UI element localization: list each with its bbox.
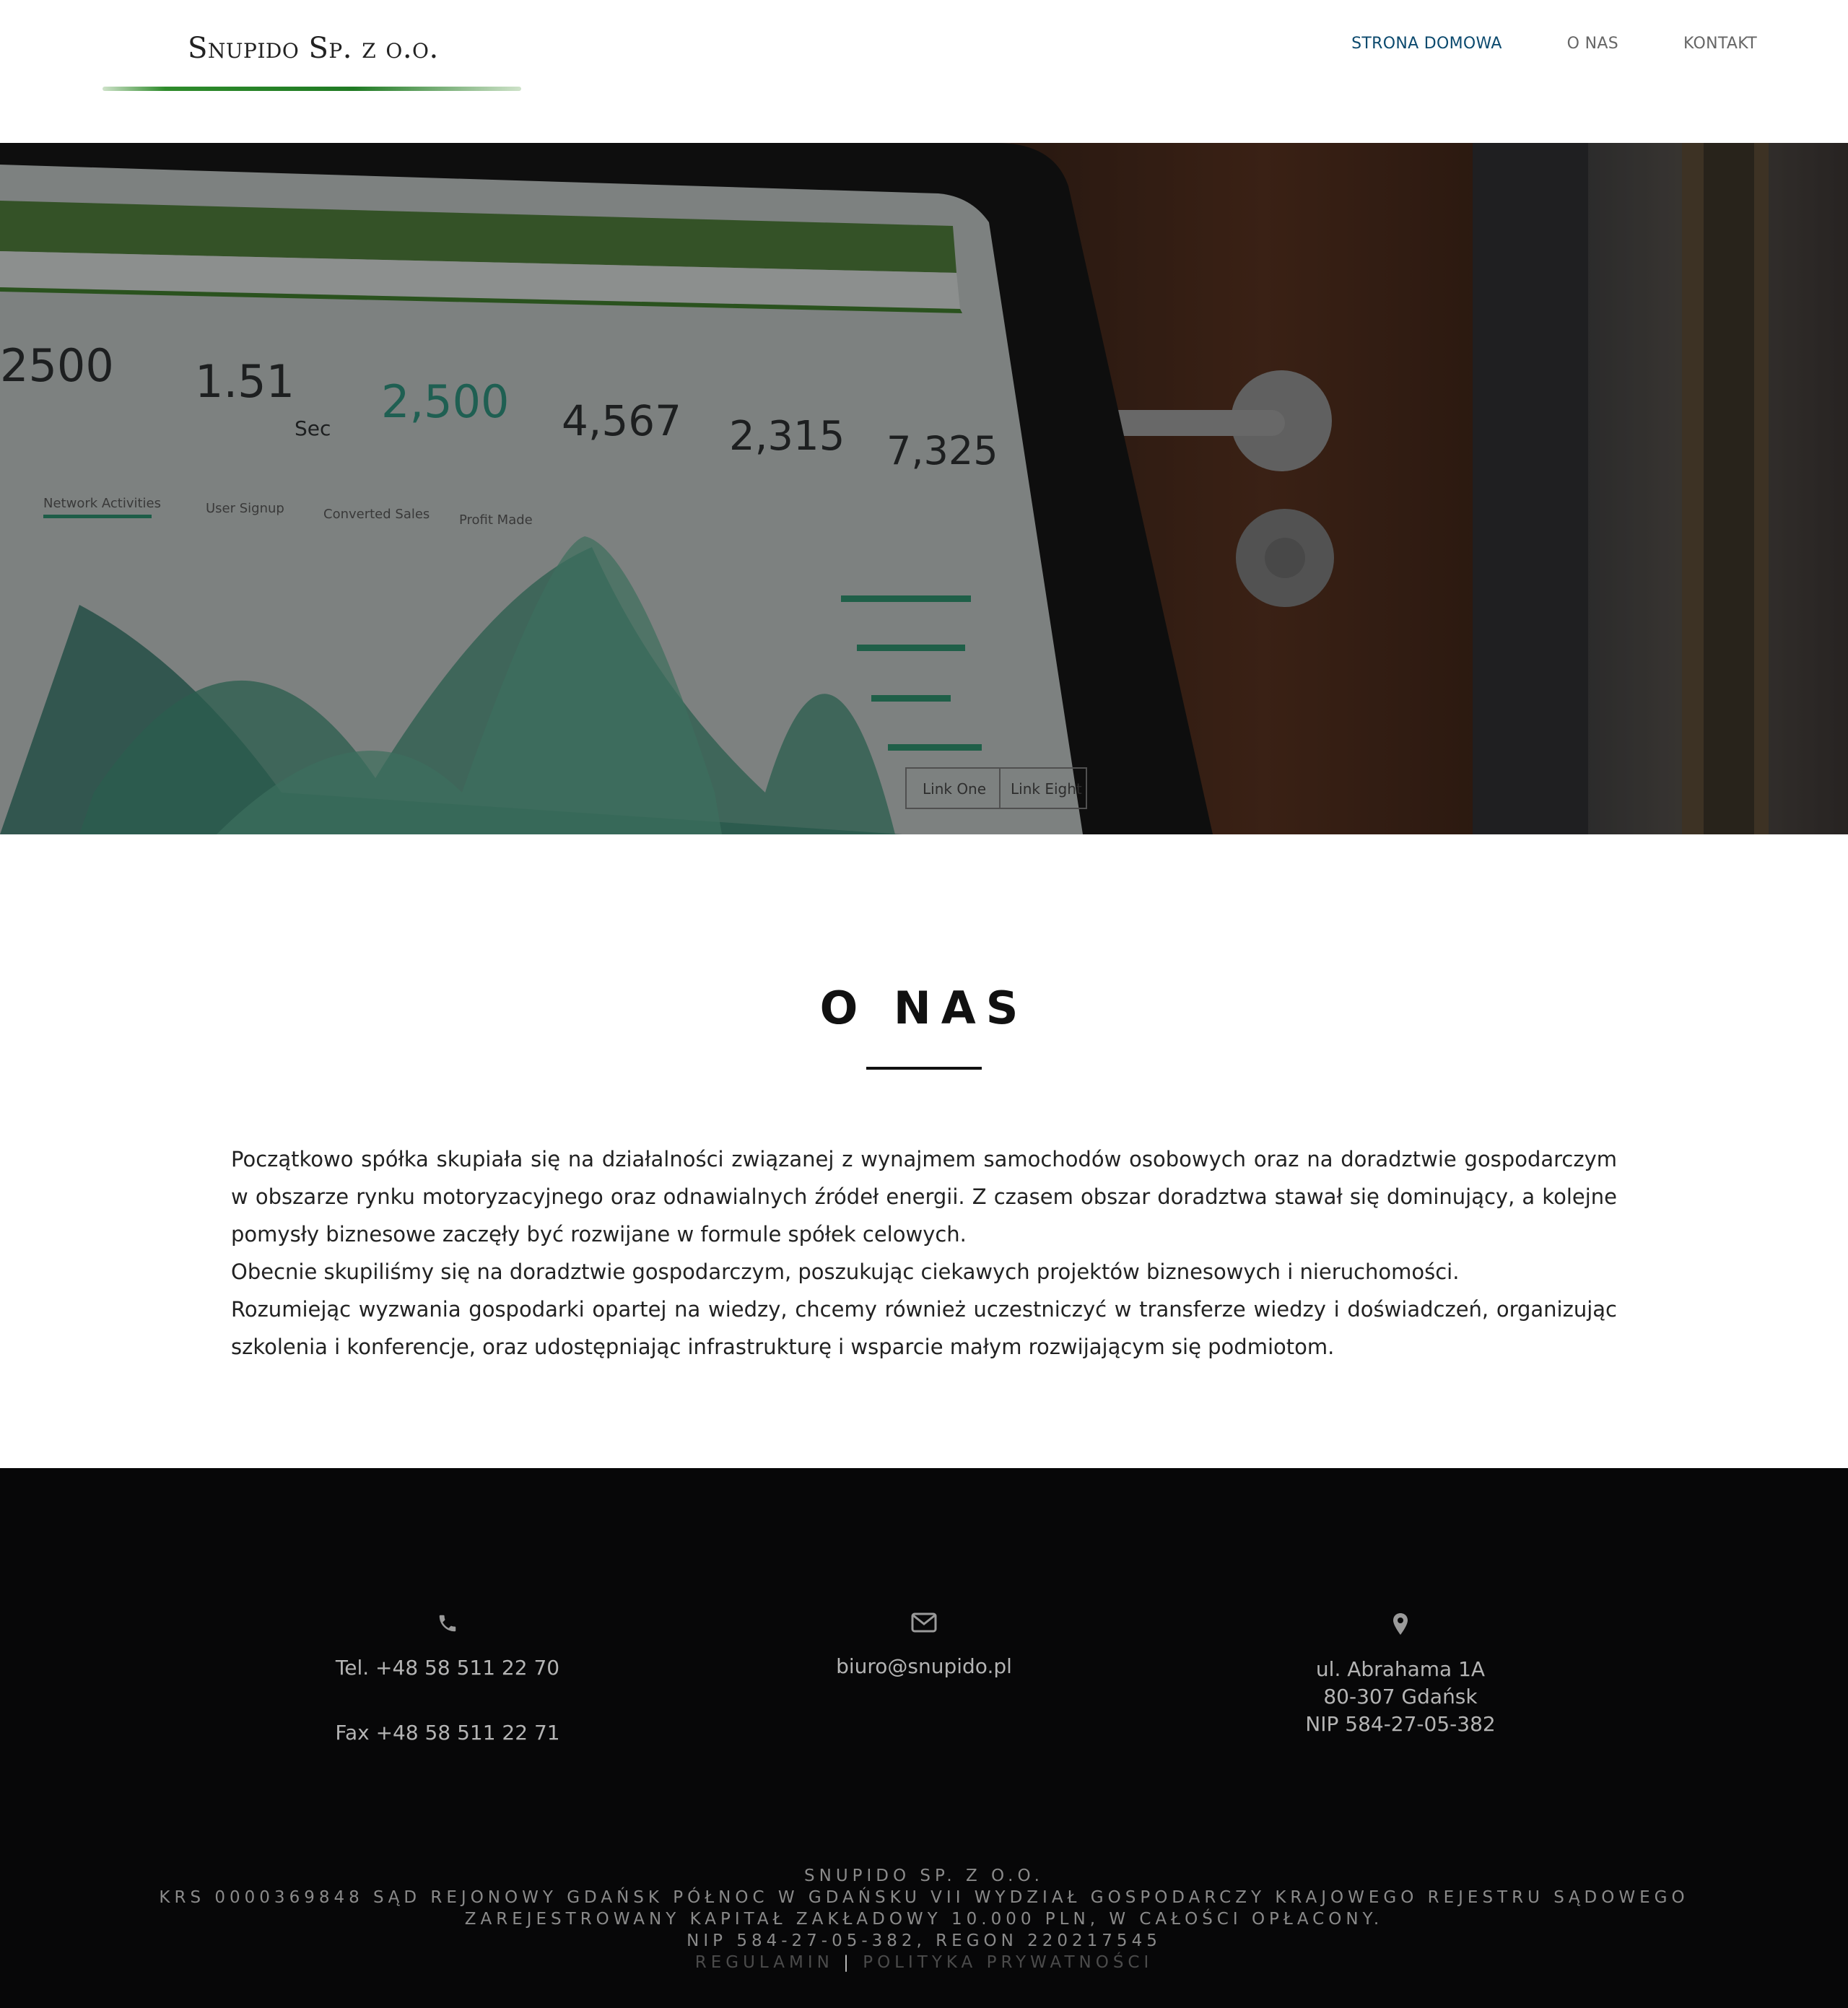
nav-item-home[interactable]: STRONA DOMOWA	[1351, 35, 1502, 53]
section-title-about: O NAS	[819, 982, 1029, 1034]
map-pin-icon	[1393, 1613, 1408, 1635]
site-header: Snupido Sp. z o.o. STRONA DOMOWA O NAS K…	[0, 0, 1848, 143]
main-nav: STRONA DOMOWA O NAS KONTAKT	[1351, 35, 1757, 53]
privacy-policy-link[interactable]: POLITYKA PRYWATNOŚCI	[863, 1953, 1153, 1972]
about-paragraph: Początkowo spółka skupiała się na działa…	[231, 1147, 1617, 1247]
about-content: Początkowo spółka skupiała się na działa…	[231, 1140, 1617, 1366]
legal-capital: ZAREJESTROWANY KAPITAŁ ZAKŁADOWY 10.000 …	[464, 1910, 1384, 1929]
footer-contact-phone: Tel. +48 58 511 22 70 Fax +48 58 511 22 …	[260, 1612, 635, 1747]
legal-company-name: SNUPIDO SP. Z O.O.	[804, 1867, 1044, 1885]
about-paragraph: Obecnie skupiliśmy się na doradztwie gos…	[231, 1260, 1460, 1284]
link-separator: |	[843, 1953, 853, 1972]
address-street: ul. Abrahama 1A	[1315, 1657, 1486, 1681]
phone-number[interactable]: Tel. +48 58 511 22 70	[260, 1654, 635, 1682]
legal-krs: KRS 0000369848 SĄD REJONOWY GDAŃSK PÓŁNO…	[159, 1888, 1689, 1907]
footer-contact-email: biuro@snupido.pl	[736, 1612, 1112, 1680]
address-nip: NIP 584-27-05-382	[1305, 1712, 1496, 1736]
footer-legal: SNUPIDO SP. Z O.O. KRS 0000369848 SĄD RE…	[0, 1865, 1848, 1973]
legal-ids: NIP 584-27-05-382, REGON 220217545	[687, 1931, 1161, 1950]
about-paragraph: Rozumiejąc wyzwania gospodarki opartej n…	[231, 1297, 1617, 1359]
hero-illustration: 2500 1.51 Sec 2,500 4,567 2,315 7,325 Ne…	[0, 143, 1848, 834]
nav-item-about[interactable]: O NAS	[1567, 35, 1618, 53]
company-logo[interactable]: Snupido Sp. z o.o.	[103, 32, 521, 95]
logo-text: Snupido Sp. z o.o.	[188, 32, 439, 65]
hero-image: 2500 1.51 Sec 2,500 4,567 2,315 7,325 Ne…	[0, 143, 1848, 834]
regulamin-link[interactable]: REGULAMIN	[695, 1953, 834, 1972]
logo-underline	[103, 87, 521, 91]
footer-contact-address: ul. Abrahama 1A 80-307 Gdańsk NIP 584-27…	[1213, 1612, 1588, 1738]
legal-links: REGULAMIN | POLITYKA PRYWATNOŚCI	[0, 1952, 1848, 1973]
envelope-icon	[911, 1612, 937, 1633]
fax-number: Fax +48 58 511 22 71	[335, 1721, 560, 1745]
nav-item-contact[interactable]: KONTAKT	[1683, 35, 1757, 53]
address-city: 80-307 Gdańsk	[1323, 1685, 1478, 1708]
title-divider	[866, 1067, 982, 1070]
email-link[interactable]: biuro@snupido.pl	[736, 1653, 1112, 1680]
hero-overlay	[0, 143, 1848, 834]
phone-icon	[439, 1615, 456, 1632]
